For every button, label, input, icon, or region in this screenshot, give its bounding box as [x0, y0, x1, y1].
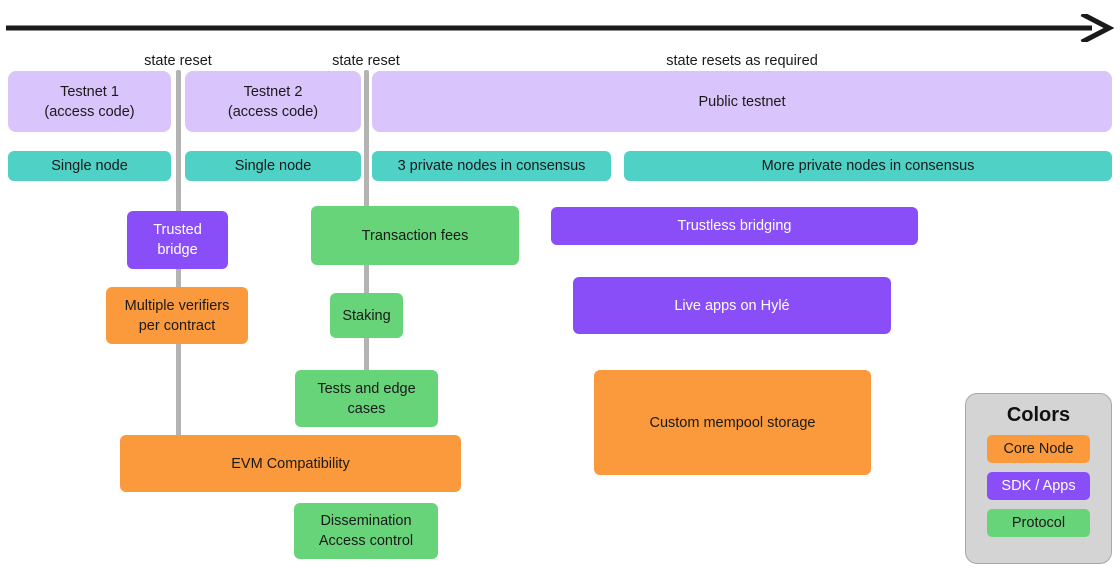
- node-single-node-1: Single node: [8, 151, 171, 181]
- roadmap-diagram: state reset state reset state resets as re…: [0, 0, 1120, 582]
- item-trustless-bridging: Trustless bridging: [551, 207, 918, 245]
- legend-title: Colors: [1006, 404, 1071, 426]
- phase-testnet-2: Testnet 2 (access code): [185, 71, 361, 132]
- item-multiple-verifiers: Multiple verifiers per contract: [106, 287, 248, 344]
- phase-testnet-1: Testnet 1 (access code): [8, 71, 171, 132]
- time-arrow-right-icon: [6, 14, 1114, 42]
- legend-protocol: Protocol: [987, 509, 1090, 537]
- item-staking: Staking: [330, 293, 403, 338]
- item-custom-mempool-storage: Custom mempool storage: [594, 370, 871, 475]
- color-legend: Colors Core Node SDK / Apps Protocol: [965, 393, 1112, 564]
- item-evm-compatibility: EVM Compatibility: [120, 435, 461, 492]
- node-more-private-nodes: More private nodes in consensus: [624, 151, 1112, 181]
- timeline-caption: state resets as required: [666, 53, 818, 69]
- node-3-private-nodes: 3 private nodes in consensus: [372, 151, 611, 181]
- item-live-apps-on-hyle: Live apps on Hylé: [573, 277, 891, 334]
- legend-sdk-apps: SDK / Apps: [987, 472, 1090, 500]
- item-dissemination-access-control: Dissemination Access control: [294, 503, 438, 559]
- timeline-caption: state reset: [332, 53, 400, 69]
- item-trusted-bridge: Trusted bridge: [127, 211, 228, 269]
- legend-core-node: Core Node: [987, 435, 1090, 463]
- item-transaction-fees: Transaction fees: [311, 206, 519, 265]
- phase-public-testnet: Public testnet: [372, 71, 1112, 132]
- legend-entries: Core Node SDK / Apps Protocol: [987, 435, 1090, 546]
- item-tests-edge-cases: Tests and edge cases: [295, 370, 438, 427]
- node-single-node-2: Single node: [185, 151, 361, 181]
